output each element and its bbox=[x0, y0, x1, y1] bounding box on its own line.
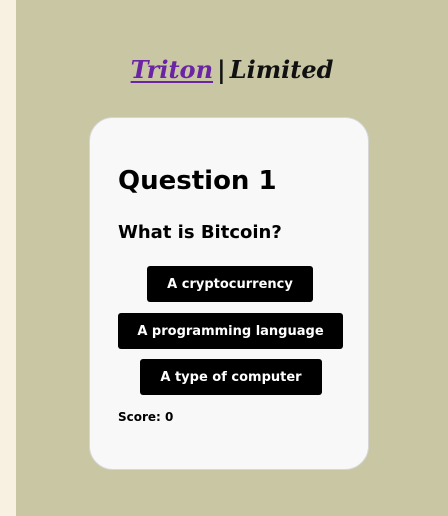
page-background: Triton | Limited Question 1 What is Bitcoi… bbox=[16, 0, 448, 516]
brand-suffix: Limited bbox=[229, 55, 334, 84]
quiz-card: Question 1 What is Bitcoin? A cryptocurr… bbox=[89, 117, 369, 470]
brand-link[interactable]: Triton bbox=[131, 55, 213, 84]
score-label: Score: bbox=[118, 410, 161, 424]
score-display: Score: 0 bbox=[118, 410, 173, 424]
score-value: 0 bbox=[165, 410, 174, 424]
site-header: Triton | Limited bbox=[16, 55, 448, 84]
brand-separator: | bbox=[217, 55, 226, 84]
question-text: What is Bitcoin? bbox=[118, 222, 282, 243]
answer-button-cryptocurrency[interactable]: A cryptocurrency bbox=[147, 266, 313, 302]
question-title: Question 1 bbox=[118, 166, 277, 196]
answer-button-type-of-computer[interactable]: A type of computer bbox=[140, 359, 322, 395]
answer-button-programming-language[interactable]: A programming language bbox=[118, 313, 343, 349]
